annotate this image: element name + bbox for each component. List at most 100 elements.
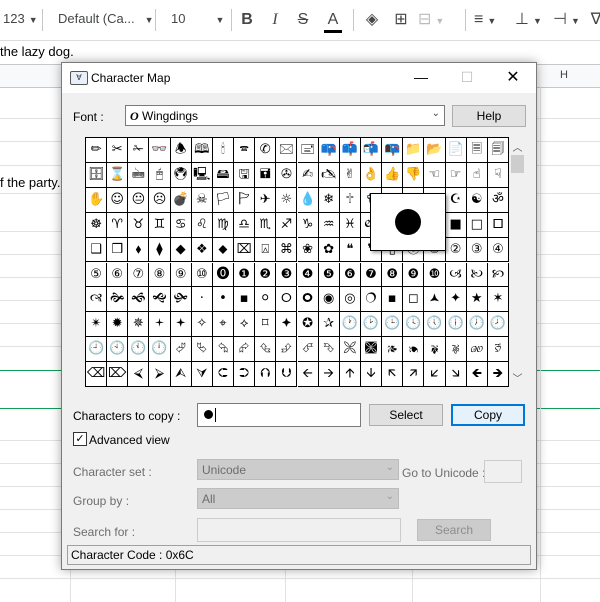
character-cell[interactable]: 🕗 <box>487 312 509 338</box>
character-cell[interactable]: ⮛ <box>191 362 213 387</box>
character-cell[interactable]: 📭 <box>382 138 404 163</box>
character-cell[interactable]: ♌ <box>191 212 213 238</box>
character-cell[interactable]: ✪ <box>297 312 319 338</box>
character-cell[interactable]: 📬 <box>360 138 383 163</box>
character-cell[interactable]: ✿ <box>318 237 340 263</box>
character-cell[interactable]: ❝ <box>339 237 361 263</box>
character-cell[interactable]: 🕔 <box>424 312 446 338</box>
character-cell[interactable]: ✋ <box>86 187 108 213</box>
character-cell[interactable]: ⮋ <box>276 362 298 387</box>
character-cell[interactable]: 🡨 <box>297 362 319 387</box>
character-cell[interactable]: ⮘ <box>128 362 150 387</box>
character-cell[interactable]: ☟ <box>487 162 509 188</box>
character-cell[interactable]: 🙫 <box>360 337 383 363</box>
character-cell[interactable]: ✆ <box>255 138 277 163</box>
character-cell[interactable]: 🕘 <box>86 337 108 363</box>
character-cell[interactable]: ✴ <box>86 312 108 338</box>
grid-scrollbar[interactable]: ︿ ﹀ <box>509 137 526 386</box>
character-cell[interactable]: ✵ <box>128 312 150 338</box>
character-cell[interactable]: ⮱ <box>191 337 213 363</box>
borders-icon[interactable]: ⊞ <box>390 9 412 31</box>
character-cell[interactable]: 🗄 <box>86 162 108 188</box>
character-cell[interactable]: 🡪 <box>318 362 340 387</box>
character-cell[interactable]: ⑦ <box>128 262 150 288</box>
character-cell[interactable]: ♏ <box>255 212 277 238</box>
character-cell[interactable]: ⮰ <box>170 337 192 363</box>
character-cell[interactable]: ❼ <box>360 262 383 288</box>
character-cell[interactable]: 🕐 <box>339 312 361 338</box>
character-cell[interactable]: ⑤ <box>86 262 108 288</box>
character-cell[interactable]: ⍓ <box>255 237 277 263</box>
character-cell[interactable]: 🟅 <box>170 312 192 338</box>
character-cell[interactable]: 🖃 <box>297 138 319 163</box>
character-cell[interactable]: ▪ <box>234 287 256 313</box>
character-cell[interactable]: 🕕 <box>445 312 467 338</box>
character-cell[interactable]: 🖬 <box>255 162 277 188</box>
merge-cells-icon[interactable]: ⊟ ▼ <box>418 9 444 31</box>
character-cell[interactable]: ⑩ <box>191 262 213 288</box>
character-cell[interactable]: ♋ <box>170 212 192 238</box>
character-cell[interactable]: ⑨ <box>170 262 192 288</box>
character-cell[interactable]: 🡸 <box>466 362 488 387</box>
select-button[interactable]: Select <box>369 404 443 426</box>
character-cell[interactable]: 🡬 <box>382 362 404 387</box>
character-cell[interactable]: ❑ <box>86 237 108 263</box>
character-cell[interactable]: 🔿 <box>360 287 383 313</box>
character-cell[interactable]: ☞ <box>445 162 467 188</box>
text-rotation-icon[interactable]: ∇ <box>585 9 600 31</box>
character-cell[interactable]: 💧 <box>297 187 319 213</box>
character-cell[interactable]: □ <box>466 212 488 238</box>
character-cell[interactable]: 🙕 <box>382 337 404 363</box>
character-cell[interactable]: 🕒 <box>382 312 404 338</box>
character-cell[interactable]: 👎 <box>403 162 425 188</box>
advanced-view-checkbox[interactable]: ✓ <box>73 432 87 446</box>
vertical-align-icon[interactable]: ⊥ ▼ <box>515 9 542 31</box>
character-cell[interactable]: ☝ <box>466 162 488 188</box>
character-cell[interactable]: 🡯 <box>424 362 446 387</box>
character-cell[interactable]: 🕮 <box>191 138 213 163</box>
character-cell[interactable]: ② <box>445 237 467 263</box>
character-cell[interactable]: ⮷ <box>318 337 340 363</box>
character-cell[interactable]: ❖ <box>191 237 213 263</box>
character-cell[interactable]: ✹ <box>107 312 129 338</box>
character-cell[interactable]: ✍ <box>297 162 319 188</box>
character-cell[interactable]: 🕚 <box>128 337 150 363</box>
character-cell[interactable]: · <box>191 287 213 313</box>
character-cell[interactable]: 💣 <box>170 187 192 213</box>
character-cell[interactable]: ⮴ <box>255 337 277 363</box>
character-cell[interactable]: ⑥ <box>107 262 129 288</box>
character-cell[interactable]: ✏ <box>86 138 108 163</box>
character-cell[interactable]: ✁ <box>128 138 150 163</box>
character-cell[interactable]: 🗏 <box>466 138 488 163</box>
bold-icon[interactable]: B <box>236 9 258 31</box>
character-cell[interactable]: 🡺 <box>487 362 509 387</box>
character-cell[interactable]: 🗐 <box>487 138 509 163</box>
character-cell[interactable]: ☼ <box>276 187 298 213</box>
character-cell[interactable]: 🙢 <box>445 262 467 288</box>
character-cell[interactable]: ✦ <box>445 287 467 313</box>
character-cell[interactable]: 📪 <box>318 138 340 163</box>
scrollbar-thumb[interactable] <box>511 155 524 173</box>
character-cell[interactable]: ☪ <box>445 187 467 213</box>
italic-icon[interactable]: I <box>264 9 286 31</box>
character-set-select[interactable]: Unicode ⌄ <box>197 459 399 480</box>
character-cell[interactable]: ⮚ <box>149 362 171 387</box>
character-cell[interactable]: 🞆 <box>276 287 298 313</box>
group-by-select[interactable]: All ⌄ <box>197 488 399 509</box>
font-size-select[interactable]: 10 ▼ <box>171 11 224 26</box>
character-cell[interactable]: 🡭 <box>403 362 425 387</box>
character-cell[interactable]: ⌦ <box>107 362 129 387</box>
character-cell[interactable]: ✶ <box>487 287 509 313</box>
character-cell[interactable]: ⮙ <box>170 362 192 387</box>
character-cell[interactable]: 📁 <box>403 138 425 163</box>
title-bar[interactable]: ∀ Character Map — ☐ ✕ <box>62 63 536 93</box>
character-cell[interactable]: 📄 <box>445 138 467 163</box>
character-cell[interactable]: 🙞 <box>107 287 129 313</box>
character-cell[interactable]: 👌 <box>360 162 383 188</box>
character-cell[interactable]: 🡩 <box>339 362 361 387</box>
character-cell[interactable]: 👓 <box>149 138 171 163</box>
character-cell[interactable]: 🖰 <box>149 162 171 188</box>
character-cell[interactable]: ♍ <box>212 212 235 238</box>
character-cell[interactable]: 🙖 <box>445 337 467 363</box>
character-cell[interactable]: ⟡ <box>234 312 256 338</box>
